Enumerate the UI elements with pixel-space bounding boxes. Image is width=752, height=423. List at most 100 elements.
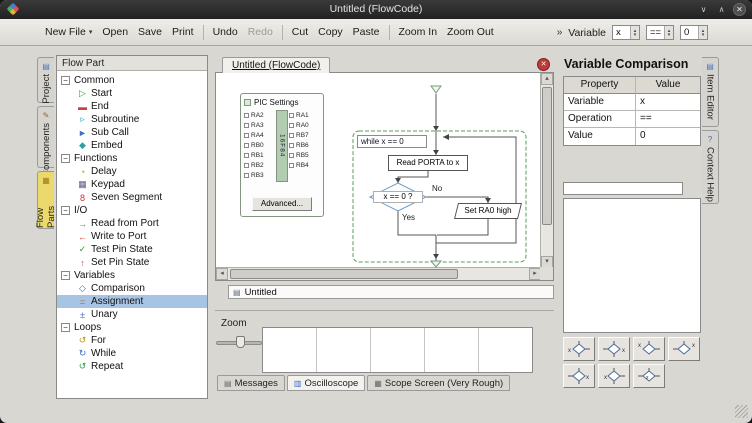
horizontal-scroll-thumb[interactable] xyxy=(230,269,458,279)
tree-item-for[interactable]: ↺For xyxy=(57,334,207,347)
scroll-left-button[interactable]: ◂ xyxy=(216,268,228,280)
pin-row[interactable]: RB5 xyxy=(289,150,320,160)
pin-checkbox[interactable] xyxy=(289,123,294,128)
pin-checkbox[interactable] xyxy=(244,133,249,138)
tree-item-comparison[interactable]: ◇Comparison xyxy=(57,282,207,295)
cut-button[interactable]: Cut xyxy=(287,22,313,42)
tree-item-set-pin-state[interactable]: ↑Set Pin State xyxy=(57,256,207,269)
collapse-icon[interactable]: − xyxy=(61,206,70,215)
tree-item-seven-segment[interactable]: 8Seven Segment xyxy=(57,191,207,204)
item-editor-input[interactable] xyxy=(563,182,683,195)
tab-components[interactable]: ✎ Components xyxy=(37,106,54,168)
pin-checkbox[interactable] xyxy=(289,153,294,158)
tree-group-io[interactable]: −I/O xyxy=(57,204,207,217)
tab-context-help[interactable]: ? Context Help xyxy=(702,130,719,204)
pin-checkbox[interactable] xyxy=(244,153,249,158)
tree-item-write-to-port[interactable]: ←Write to Port xyxy=(57,230,207,243)
tree-item-assignment[interactable]: =Assignment xyxy=(57,295,207,308)
tree-group-loops[interactable]: −Loops xyxy=(57,321,207,334)
value-cell[interactable]: 0 xyxy=(636,128,700,145)
pin-row[interactable]: RB3 xyxy=(244,170,275,180)
close-button[interactable]: ✕ xyxy=(733,3,746,16)
spin-down-icon[interactable]: ▾ xyxy=(634,33,637,37)
overflow-chevron-icon[interactable]: » xyxy=(557,27,563,38)
while-loop-label[interactable]: while x == 0 xyxy=(357,135,427,148)
tree-item-subroutine[interactable]: ▹Subroutine xyxy=(57,113,207,126)
open-button[interactable]: Open xyxy=(97,22,133,42)
canvas-content[interactable]: PIC Settings RA2 RA3 RA4 RB0 RB1 RB2 RB3… xyxy=(216,73,541,268)
save-button[interactable]: Save xyxy=(133,22,167,42)
vertical-scroll-thumb[interactable] xyxy=(542,87,552,225)
spin-down-icon[interactable]: ▾ xyxy=(702,33,705,37)
pin-checkbox[interactable] xyxy=(289,133,294,138)
resize-grip[interactable] xyxy=(735,405,748,418)
pin-row[interactable]: RB1 xyxy=(244,150,275,160)
tree-item-end[interactable]: ▬End xyxy=(57,100,207,113)
pin-row[interactable]: RA0 xyxy=(289,120,320,130)
advanced-button[interactable]: Advanced... xyxy=(252,197,312,211)
pin-checkbox[interactable] xyxy=(244,163,249,168)
zoom-out-button[interactable]: Zoom Out xyxy=(442,22,499,42)
print-button[interactable]: Print xyxy=(167,22,199,42)
set-ra0-node[interactable]: Set RA0 high xyxy=(454,203,522,219)
comparison-template-5-button[interactable]: x xyxy=(563,364,595,388)
sheet-tab-bar[interactable]: ▤ Untitled xyxy=(228,285,554,299)
paste-button[interactable]: Paste xyxy=(348,22,385,42)
tree-item-while[interactable]: ↻While xyxy=(57,347,207,360)
tree-item-sub-call[interactable]: ►Sub Call xyxy=(57,126,207,139)
tab-flow-parts[interactable]: ▦ Flow Parts xyxy=(37,171,54,229)
tab-item-editor[interactable]: ▤ Item Editor xyxy=(702,57,719,127)
value-column-header[interactable]: Value xyxy=(636,77,700,94)
collapse-icon[interactable]: − xyxy=(61,271,70,280)
tree-item-repeat[interactable]: ↺Repeat xyxy=(57,360,207,373)
property-column-header[interactable]: Property xyxy=(564,77,636,94)
zoom-slider-thumb[interactable] xyxy=(236,336,245,348)
scroll-up-button[interactable]: ▴ xyxy=(541,73,553,85)
operator-select[interactable]: == ▴▾ xyxy=(646,25,674,40)
pin-checkbox[interactable] xyxy=(289,163,294,168)
pin-row[interactable]: RA4 xyxy=(244,130,275,140)
pic-check-icon[interactable] xyxy=(244,99,251,106)
tab-messages[interactable]: ▤ Messages xyxy=(217,375,285,391)
tree-group-common[interactable]: −Common xyxy=(57,74,207,87)
tree-item-read-from-port[interactable]: →Read from Port xyxy=(57,217,207,230)
spin-down-icon[interactable]: ▾ xyxy=(668,33,671,37)
vertical-scrollbar[interactable]: ▴ ▾ xyxy=(540,73,553,268)
titlebar[interactable]: Untitled (FlowCode) ∨ ∧ ✕ xyxy=(0,0,752,19)
comparison-template-6-button[interactable]: x xyxy=(598,364,630,388)
pin-checkbox[interactable] xyxy=(289,143,294,148)
tree-item-test-pin-state[interactable]: ✓Test Pin State xyxy=(57,243,207,256)
pin-checkbox[interactable] xyxy=(289,113,294,118)
horizontal-scrollbar[interactable]: ◂ ▸ xyxy=(216,267,541,280)
minimize-button[interactable]: ∨ xyxy=(697,3,710,16)
copy-button[interactable]: Copy xyxy=(313,22,348,42)
tab-oscilloscope[interactable]: ▥ Oscilloscope xyxy=(287,375,365,391)
comparison-template-7-button[interactable]: x xyxy=(633,364,665,388)
pin-checkbox[interactable] xyxy=(244,143,249,148)
pin-checkbox[interactable] xyxy=(244,173,249,178)
comparison-template-2-button[interactable]: x xyxy=(598,337,630,361)
tree-item-embed[interactable]: ◆Embed xyxy=(57,139,207,152)
pic-settings-component[interactable]: PIC Settings RA2 RA3 RA4 RB0 RB1 RB2 RB3… xyxy=(240,93,324,217)
horizontal-splitter[interactable] xyxy=(215,310,554,311)
comparison-template-1-button[interactable]: x xyxy=(563,337,595,361)
tree-item-unary[interactable]: ±Unary xyxy=(57,308,207,321)
pin-checkbox[interactable] xyxy=(244,123,249,128)
tree-group-variables[interactable]: −Variables xyxy=(57,269,207,282)
collapse-icon[interactable]: − xyxy=(61,154,70,163)
number-select[interactable]: 0 ▴▾ xyxy=(680,25,708,40)
read-porta-node[interactable]: Read PORTA to x xyxy=(388,155,468,171)
pin-row[interactable]: RA1 xyxy=(289,110,320,120)
value-cell[interactable]: x xyxy=(636,94,700,111)
document-tab[interactable]: Untitled (FlowCode) xyxy=(222,57,330,73)
document-close-button[interactable]: ✕ xyxy=(537,58,550,71)
collapse-icon[interactable]: − xyxy=(61,76,70,85)
tab-project[interactable]: ▤ Project xyxy=(37,57,54,103)
pin-checkbox[interactable] xyxy=(244,113,249,118)
maximize-button[interactable]: ∧ xyxy=(715,3,728,16)
pin-row[interactable]: RA2 xyxy=(244,110,275,120)
value-cell[interactable]: == xyxy=(636,111,700,128)
undo-button[interactable]: Undo xyxy=(208,22,243,42)
pin-row[interactable]: RB7 xyxy=(289,130,320,140)
tree-item-delay[interactable]: ◔Delay xyxy=(57,165,207,178)
